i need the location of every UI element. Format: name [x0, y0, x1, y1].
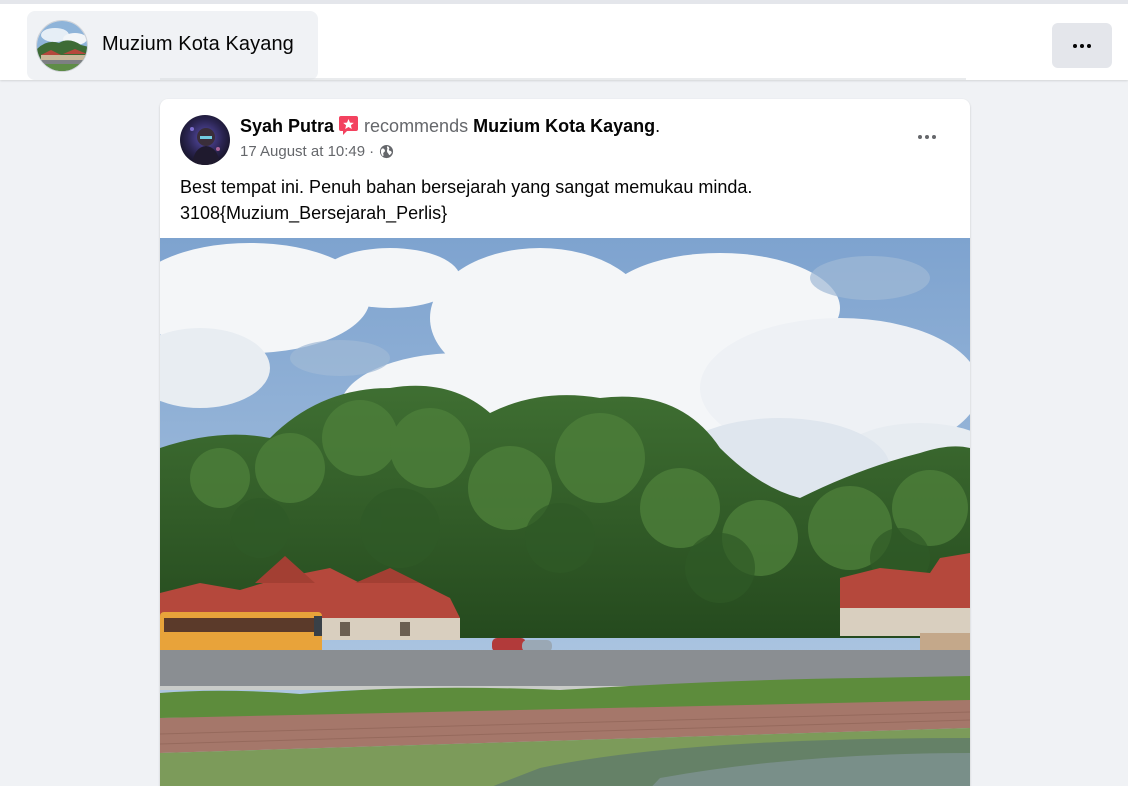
more-horizontal-icon: [1073, 43, 1091, 48]
top-header-bar: Muzium Kota Kayang: [0, 0, 1128, 80]
page-more-options-button[interactable]: [1052, 23, 1112, 68]
post-text: Best tempat ini. Penuh bahan bersejarah …: [180, 174, 950, 226]
post-options-button[interactable]: [911, 125, 943, 149]
post-timestamp[interactable]: 17 August at 10:49: [240, 143, 365, 160]
post-text-line-2: 3108{Muzium_Bersejarah_Perlis}: [180, 203, 448, 223]
author-name[interactable]: Syah Putra: [240, 116, 334, 137]
post-header-line: Syah Putra recommends Muzium Kota Kayang…: [240, 116, 660, 137]
header-divider: [160, 78, 966, 80]
meta-separator: ·: [369, 143, 375, 160]
author-avatar[interactable]: [180, 115, 230, 165]
post-text-line-1: Best tempat ini. Penuh bahan bersejarah …: [180, 177, 753, 197]
globe-icon[interactable]: [379, 144, 394, 159]
recommended-page-link[interactable]: Muzium Kota Kayang: [473, 116, 655, 137]
page-avatar[interactable]: [36, 20, 88, 72]
recommends-label: recommends: [364, 116, 469, 136]
header-period: .: [655, 116, 661, 136]
post-card: Syah Putra recommends Muzium Kota Kayang…: [160, 99, 970, 786]
post-photo[interactable]: [160, 238, 970, 786]
page-name[interactable]: Muzium Kota Kayang: [102, 33, 294, 56]
recommend-star-icon: [338, 115, 359, 136]
page-profile-chip[interactable]: Muzium Kota Kayang: [27, 11, 318, 80]
post-meta: 17 August at 10:49 ·: [240, 143, 394, 160]
more-horizontal-icon: [918, 135, 936, 139]
